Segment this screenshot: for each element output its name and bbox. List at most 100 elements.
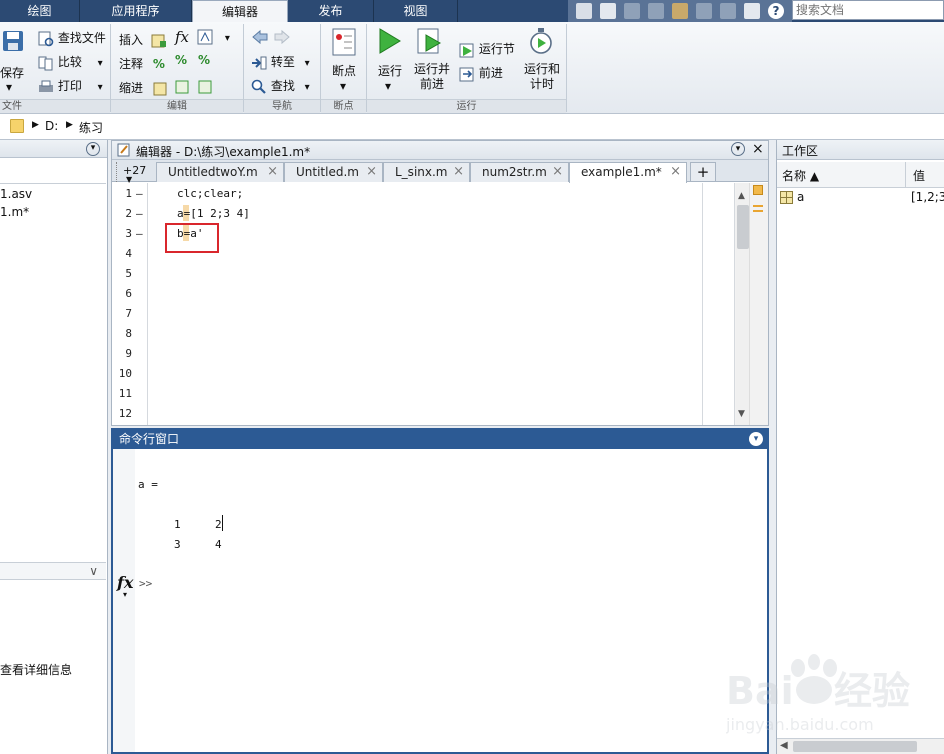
editor-tab[interactable]: Untitled.m × (284, 162, 383, 182)
close-icon[interactable]: × (752, 141, 764, 157)
breadcrumb-folder[interactable]: 练习 (79, 119, 103, 136)
breakpoints-label[interactable]: 断点 (332, 62, 356, 79)
toolstrip-tabs: 绘图 应用程序 编辑器 发布 视图 ? (0, 0, 944, 22)
scrollbar-thumb[interactable] (737, 205, 749, 249)
warning-marker[interactable] (753, 210, 763, 212)
run-and-advance-label[interactable]: 运行并 前进 (414, 62, 450, 92)
command-window[interactable]: 命令行窗口 ▾ a = 1 2 3 4 fx ▾ >> (111, 428, 769, 754)
editor-scrollbar[interactable]: ▲ ▼ (734, 183, 768, 425)
tab-view[interactable]: 视图 (374, 0, 458, 22)
line-marker[interactable]: – (136, 187, 143, 200)
ribbon: 保存 ▾ 查找文件 比较 打印 文件 插入 fx 注释 % % % 缩进 编辑 (0, 22, 944, 114)
chevron-down-icon[interactable]: ▾ (385, 79, 391, 93)
file-item[interactable]: 1.m* (0, 205, 29, 219)
run-section-button[interactable]: 运行节 (459, 40, 515, 58)
breakpoints-button[interactable] (331, 28, 357, 56)
save-icon[interactable] (600, 3, 616, 19)
editor-tab[interactable]: num2str.m × (470, 162, 569, 182)
run-button[interactable] (376, 27, 402, 55)
decrease-indent-icon[interactable] (198, 79, 212, 94)
tab-plots[interactable]: 绘图 (0, 0, 80, 22)
tab-label: num2str.m (482, 165, 547, 179)
panel-options-icon[interactable]: ▾ (86, 142, 100, 156)
column-divider[interactable] (905, 162, 906, 188)
run-label[interactable]: 运行 (378, 62, 402, 79)
line-number: 11 (118, 387, 132, 400)
run-section-icon (459, 43, 474, 57)
matrix-cell: 3 (174, 538, 181, 551)
scroll-down-icon[interactable]: ▼ (738, 409, 745, 419)
save-button[interactable] (2, 30, 24, 52)
line-number: 12 (118, 407, 132, 420)
increase-indent-icon[interactable] (175, 79, 189, 94)
close-icon[interactable]: × (366, 163, 377, 181)
save-label[interactable]: 保存 (0, 64, 24, 81)
editor-tab[interactable]: L_sinx.m × (383, 162, 470, 182)
line-marker[interactable]: – (136, 227, 143, 240)
go-to-button[interactable]: 转至 (251, 53, 310, 71)
find-files-button[interactable]: 查找文件 (38, 29, 106, 47)
line-number: 5 (125, 267, 132, 280)
code-area[interactable]: clc;clear; a=[1 2;3 4] b=a' (149, 183, 701, 425)
back-arrow-icon (252, 29, 268, 45)
run-and-advance-button[interactable] (416, 27, 444, 55)
find-files-label: 查找文件 (57, 31, 106, 45)
warning-indicator-icon[interactable] (753, 185, 763, 195)
paste-icon[interactable] (672, 3, 688, 19)
details-link[interactable]: 查看详细信息 (0, 661, 72, 678)
workspace-row[interactable]: a [1,2;3, (777, 189, 944, 207)
column-value[interactable]: 值 (913, 167, 925, 184)
run-and-time-button[interactable] (528, 27, 554, 55)
tab-apps[interactable]: 应用程序 (80, 0, 192, 22)
function-icon[interactable] (197, 29, 230, 45)
go-to-label: 转至 (270, 55, 295, 69)
redo-icon[interactable] (720, 3, 736, 19)
command-prompt[interactable]: >> (139, 577, 152, 590)
close-icon[interactable]: × (552, 163, 563, 181)
indent-button[interactable]: 缩进 (119, 79, 167, 96)
warning-marker[interactable] (753, 205, 763, 207)
line-marker[interactable]: – (136, 207, 143, 220)
compare-button[interactable]: 比较 (38, 53, 103, 71)
close-icon[interactable]: × (453, 163, 464, 181)
command-window-options-icon[interactable]: ▾ (749, 432, 763, 446)
details-header[interactable]: ∨ (0, 562, 106, 580)
fx-icon[interactable]: fx (175, 28, 189, 46)
uncomment-icon[interactable]: % (175, 53, 187, 67)
close-icon[interactable]: × (670, 163, 681, 181)
wrap-comments-icon[interactable]: % (198, 53, 210, 67)
back-button[interactable] (251, 29, 291, 45)
editor-tab[interactable]: UntitledtwoY.m × (156, 162, 284, 182)
cut-icon[interactable] (624, 3, 640, 19)
undo-icon[interactable] (696, 3, 712, 19)
editor-options-icon[interactable]: ▾ (731, 142, 745, 156)
current-folder-bar[interactable]: ▶ D: ▶ 练习 (0, 114, 944, 140)
search-folder-icon[interactable] (576, 3, 592, 19)
copy-icon[interactable] (648, 3, 664, 19)
chevron-down-icon[interactable]: ▾ (340, 79, 346, 93)
add-tab-button[interactable]: + (690, 162, 716, 182)
column-name[interactable]: 名称 ▲ (782, 167, 819, 184)
run-and-time-label[interactable]: 运行和 计时 (524, 62, 560, 92)
percent-icon: % (152, 57, 165, 71)
advance-button[interactable]: 前进 (459, 64, 503, 82)
breadcrumb-drive[interactable]: D: (45, 119, 58, 133)
forward-arrow-icon (274, 29, 290, 45)
group-label-run: 运行 (367, 99, 566, 113)
search-documentation-input[interactable] (792, 0, 944, 20)
insert-button[interactable]: 插入 (119, 31, 167, 49)
scroll-up-icon[interactable]: ▲ (738, 191, 745, 201)
switch-windows-icon[interactable] (744, 3, 760, 19)
chevron-down-icon: ▾ (123, 590, 128, 599)
editor-tab-active[interactable]: example1.m* × (569, 162, 687, 183)
tab-editor[interactable]: 编辑器 (192, 0, 288, 22)
file-item[interactable]: 1.asv (0, 187, 32, 201)
help-icon[interactable]: ? (768, 3, 784, 19)
close-icon[interactable]: × (267, 163, 278, 181)
chevron-down-icon (305, 55, 310, 69)
comment-button[interactable]: 注释 % (119, 55, 165, 72)
tab-publish[interactable]: 发布 (288, 0, 374, 22)
find-button[interactable]: 查找 (251, 77, 310, 95)
print-button[interactable]: 打印 (38, 77, 103, 95)
chevron-down-icon[interactable]: ▾ (6, 80, 12, 94)
